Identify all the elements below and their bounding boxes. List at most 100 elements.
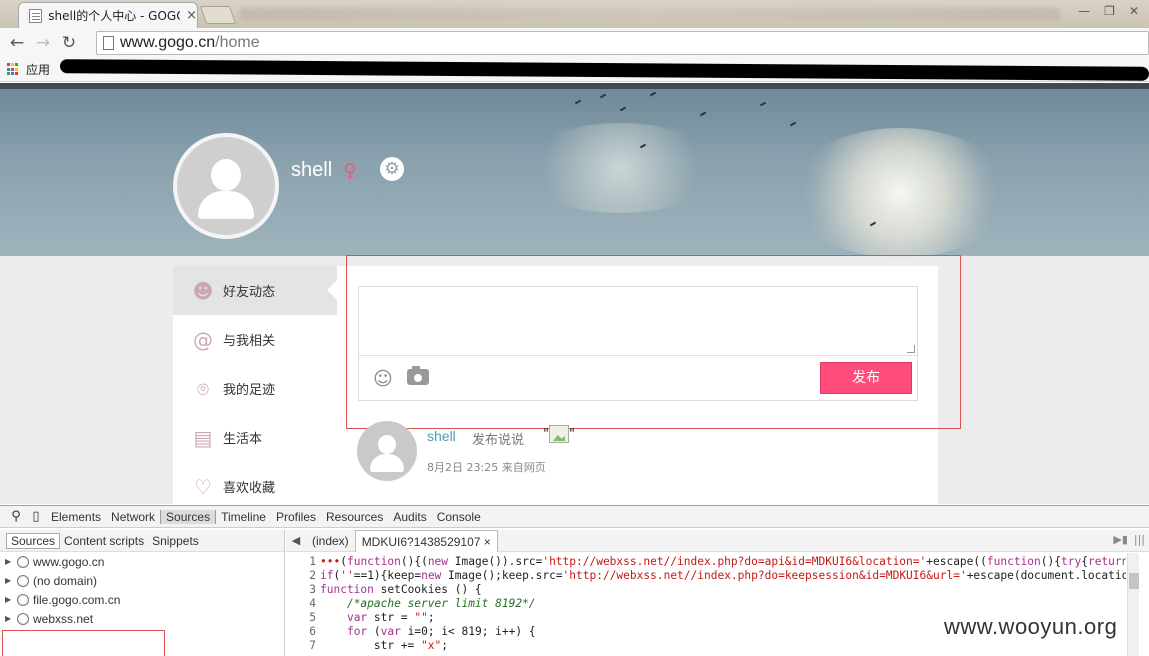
blurred-tab-area <box>240 8 1060 20</box>
tab-profiles[interactable]: Profiles <box>271 510 321 524</box>
tab-sources[interactable]: Sources <box>160 509 217 524</box>
tab-close-icon[interactable]: × <box>186 8 197 23</box>
editor-tab-script[interactable]: MDKUI6?1438529107 × <box>354 529 498 552</box>
banner-dandelion <box>790 128 1010 258</box>
navigator-tab-snippets[interactable]: Snippets <box>148 534 203 548</box>
seed-decoration <box>699 111 707 117</box>
seed-decoration <box>599 93 607 99</box>
banner-dandelion-seeds <box>520 123 720 213</box>
tree-item[interactable]: ▶ (no domain) <box>0 571 284 590</box>
sidebar-item-mentions[interactable]: @ 与我相关 <box>173 315 337 364</box>
url-text[interactable]: www.gogo.cn/home <box>120 34 260 52</box>
new-tab-button[interactable] <box>199 6 237 24</box>
post-avatar[interactable] <box>357 421 417 481</box>
globe-icon <box>17 555 29 568</box>
sidebar-item-favorites[interactable]: ♡ 喜欢收藏 <box>173 462 337 504</box>
window-controls: — ❐ ✕ <box>1078 4 1139 18</box>
tab-timeline[interactable]: Timeline <box>216 510 271 524</box>
sidebar-item-label: 我的足迹 <box>223 383 276 398</box>
highlight-box-webxss <box>2 630 165 656</box>
sidebar-item-footprints[interactable]: ⌾ 我的足迹 <box>173 364 337 413</box>
quote-close: " <box>568 426 575 442</box>
person-silhouette-icon <box>177 137 275 235</box>
search-icon[interactable]: ⚲ <box>6 509 26 524</box>
heart-icon: ♡ <box>194 474 212 499</box>
seed-decoration <box>619 106 627 112</box>
gear-icon[interactable]: ⚙ <box>380 157 404 181</box>
profile-username: shell <box>291 159 333 181</box>
resize-grip-icon[interactable] <box>907 345 915 353</box>
device-mode-icon[interactable]: ▯ <box>26 509 46 524</box>
tree-item[interactable]: ▶ www.gogo.cn <box>0 552 284 571</box>
tab-audits[interactable]: Audits <box>388 510 431 524</box>
sidebar-item-life-notebook[interactable]: ▤ 生活本 <box>173 413 337 462</box>
expand-triangle-icon[interactable]: ▶ <box>5 557 13 566</box>
post-action-text: 发布说说 <box>472 433 525 448</box>
profile-avatar[interactable] <box>173 133 279 239</box>
tab-console[interactable]: Console <box>432 510 486 524</box>
tree-item[interactable]: ▶ webxss.net <box>0 609 284 628</box>
seed-decoration <box>789 121 797 127</box>
publish-button[interactable]: 发布 <box>820 362 912 394</box>
apps-grid-icon[interactable] <box>7 63 20 76</box>
tab-strip: shell的个人中心 - GOGO × — ❐ ✕ <box>0 0 1149 28</box>
back-arrow-icon[interactable]: ← <box>4 33 30 53</box>
camera-icon[interactable] <box>407 366 429 385</box>
tab-resources[interactable]: Resources <box>321 510 388 524</box>
profile-banner: shell ♀ ⚙ <box>0 83 1149 258</box>
sources-navigator: Sources Content scripts Snippets ▶ www.go… <box>0 530 285 656</box>
forward-arrow-icon[interactable]: → <box>30 33 56 53</box>
close-window-button[interactable]: ✕ <box>1129 4 1139 18</box>
expand-triangle-icon[interactable]: ▶ <box>5 614 13 623</box>
close-icon[interactable]: × <box>484 535 491 549</box>
broken-image-icon <box>548 425 569 443</box>
web-page: shell ♀ ⚙ ☻ 好友动态 @ 与我相关 ⌾ 我的足迹 ▤ 生活本 ♡ 喜… <box>0 83 1149 504</box>
friends-icon: ☻ <box>192 278 214 303</box>
seed-decoration <box>759 101 767 107</box>
person-silhouette-icon <box>357 421 417 481</box>
editor-tab-index[interactable]: (index) <box>306 530 355 552</box>
globe-icon <box>17 574 29 587</box>
url-path: /home <box>215 34 260 51</box>
editor-controls: ▶▮ ||| <box>1113 533 1145 546</box>
line-numbers: 1 2 3 4 5 6 7 <box>309 555 316 652</box>
post-content: " " <box>543 425 575 443</box>
url-host: www.gogo.cn <box>120 34 216 51</box>
tab-network[interactable]: Network <box>106 510 160 524</box>
navigator-tab-content-scripts[interactable]: Content scripts <box>60 534 148 548</box>
editor-scrollbar[interactable] <box>1127 553 1139 656</box>
status-textarea[interactable] <box>359 287 917 356</box>
sidebar-item-label: 喜欢收藏 <box>223 481 276 496</box>
emoji-icon[interactable]: ☺ <box>373 368 393 390</box>
location-pin-icon: ⌾ <box>197 376 209 401</box>
apps-bookmark-label[interactable]: 应用 <box>26 61 50 78</box>
maximize-button[interactable]: ❐ <box>1104 4 1115 18</box>
browser-toolbar: ← → ↻ www.gogo.cn/home <box>0 28 1149 58</box>
notebook-icon: ▤ <box>193 425 213 450</box>
tree-item[interactable]: ▶ file.gogo.com.cn <box>0 590 284 609</box>
code-view[interactable]: 1 2 3 4 5 6 7 •••(function(){(new Image(… <box>286 553 1126 656</box>
page-icon <box>103 36 114 50</box>
minimize-button[interactable]: — <box>1078 4 1090 18</box>
address-bar[interactable]: www.gogo.cn/home <box>96 31 1149 55</box>
expand-triangle-icon[interactable]: ▶ <box>5 576 13 585</box>
navigator-tabs: Sources Content scripts Snippets <box>0 530 284 552</box>
tab-title: shell的个人中心 - GOGO <box>48 9 181 23</box>
tree-item-label: file.gogo.com.cn <box>33 592 121 607</box>
tree-item-label: webxss.net <box>33 611 94 626</box>
seed-decoration <box>574 99 582 105</box>
pane-divider-icon[interactable]: ||| <box>1134 533 1145 546</box>
female-gender-icon: ♀ <box>343 160 357 182</box>
sidebar-item-friends-feed[interactable]: ☻ 好友动态 <box>173 266 337 315</box>
devtools-tabbar: ⚲ ▯ Elements Network Sources Timeline Pr… <box>0 506 1149 528</box>
toggle-navigator-icon[interactable]: ◀ <box>286 534 306 547</box>
toggle-debugger-icon[interactable]: ▶▮ <box>1113 533 1128 546</box>
navigator-tab-sources[interactable]: Sources <box>6 532 61 549</box>
expand-triangle-icon[interactable]: ▶ <box>5 595 13 604</box>
browser-tab[interactable]: shell的个人中心 - GOGO × <box>18 2 198 28</box>
post-username-link[interactable]: shell <box>427 428 456 444</box>
reload-icon[interactable]: ↻ <box>56 33 82 53</box>
tab-elements[interactable]: Elements <box>46 510 106 524</box>
seed-decoration <box>649 91 657 97</box>
sidebar-item-label: 好友动态 <box>223 285 276 300</box>
